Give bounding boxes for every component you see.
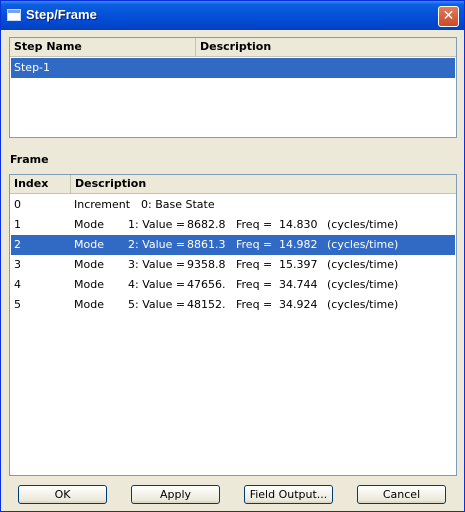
frequency-cell: 15.397 [279,258,318,271]
unit-cell: (cycles/time) [327,238,399,251]
frame-table-header: Index Description [10,175,456,194]
freq-label-cell: Freq = [236,238,273,251]
unit-cell: (cycles/time) [327,278,399,291]
unit-cell: (cycles/time) [327,218,399,231]
frame-table: Index Description 0 Increment 0: Base St… [9,174,457,476]
frame-index-cell: 3 [14,258,21,271]
column-header-description[interactable]: Description [196,38,456,56]
mode-label-cell: 3: Value = [128,258,186,271]
frame-index-cell: 2 [14,238,21,251]
eigenvalue-cell: 9358.8 [187,258,226,271]
ok-button[interactable]: OK [18,485,107,504]
step-frame-dialog: Step/Frame ✕ Step Name Description Step-… [0,0,465,512]
column-header-frame-description[interactable]: Description [71,175,456,193]
freq-label-cell: Freq = [236,258,273,271]
window-icon [7,9,21,21]
step-name-cell: Step-1 [14,61,51,74]
step-row[interactable]: Step-1 [11,58,455,78]
frame-index-cell: 1 [14,218,21,231]
frame-type-cell: Mode [74,258,104,271]
step-table: Step Name Description Step-1 [9,37,457,138]
frequency-cell: 14.982 [279,238,318,251]
title-bar[interactable]: Step/Frame ✕ [1,1,464,30]
mode-label-cell: 1: Value = [128,218,186,231]
column-header-step-name[interactable]: Step Name [10,38,196,56]
eigenvalue-cell: 48152. [187,298,226,311]
unit-cell: (cycles/time) [327,258,399,271]
frame-index-cell: 0 [14,198,21,211]
frame-index-cell: 4 [14,278,21,291]
frame-row[interactable]: 1 Mode 1: Value = 8682.8 Freq = 14.830 (… [11,215,455,235]
frame-row[interactable]: 5 Mode 5: Value = 48152. Freq = 34.924 (… [11,295,455,315]
column-header-index[interactable]: Index [10,175,71,193]
apply-button[interactable]: Apply [131,485,220,504]
frame-type-cell: Mode [74,298,104,311]
mode-label-cell: 5: Value = [128,298,186,311]
mode-label-cell: 2: Value = [128,238,186,251]
unit-cell: (cycles/time) [327,298,399,311]
freq-label-cell: Freq = [236,218,273,231]
frame-row[interactable]: 0 Increment 0: Base State [11,195,455,215]
frame-index-cell: 5 [14,298,21,311]
close-button[interactable]: ✕ [438,6,459,27]
eigenvalue-cell: 8861.3 [187,238,226,251]
freq-label-cell: Freq = [236,298,273,311]
frequency-cell: 34.924 [279,298,318,311]
eigenvalue-cell: 47656. [187,278,226,291]
frame-description-cell: 0: Base State [141,198,215,211]
frame-section-label: Frame [10,153,49,166]
frame-row[interactable]: 4 Mode 4: Value = 47656. Freq = 34.744 (… [11,275,455,295]
frame-type-cell: Mode [74,238,104,251]
frame-type-cell: Mode [74,278,104,291]
eigenvalue-cell: 8682.8 [187,218,226,231]
frame-type-cell: Mode [74,218,104,231]
step-table-header: Step Name Description [10,38,456,57]
frequency-cell: 14.830 [279,218,318,231]
cancel-button[interactable]: Cancel [357,485,446,504]
frame-row[interactable]: 3 Mode 3: Value = 9358.8 Freq = 15.397 (… [11,255,455,275]
frequency-cell: 34.744 [279,278,318,291]
mode-label-cell: 4: Value = [128,278,186,291]
frame-row[interactable]: 2 Mode 2: Value = 8861.3 Freq = 14.982 (… [11,235,455,255]
freq-label-cell: Freq = [236,278,273,291]
frame-type-cell: Increment [74,198,131,211]
field-output-button[interactable]: Field Output... [244,485,333,504]
window-title: Step/Frame [26,7,97,22]
